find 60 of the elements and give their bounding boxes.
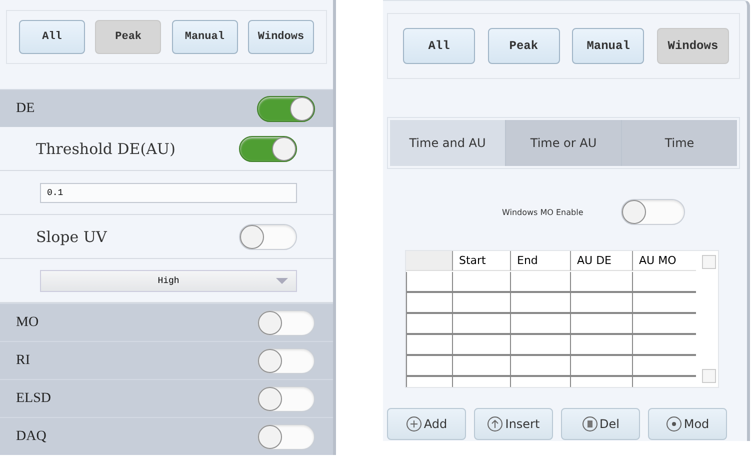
table-cell	[510, 314, 570, 335]
table-cell	[452, 356, 510, 377]
setting-label: Slope UV	[36, 228, 107, 246]
dropdown[interactable]: High	[40, 270, 297, 292]
column-header: AU DE	[570, 251, 632, 271]
table-cell	[632, 335, 696, 356]
caret-icon	[276, 278, 288, 284]
table-cell	[406, 272, 452, 293]
table-cell	[510, 356, 570, 377]
detector-label: RI	[16, 352, 30, 368]
table-cell	[510, 293, 570, 314]
tab[interactable]: Time or AU	[505, 120, 621, 166]
table-cell	[406, 356, 452, 377]
table-cell	[570, 356, 632, 377]
detector-label: DAQ	[16, 428, 46, 444]
table-cell	[570, 272, 632, 293]
toggle-switch[interactable]	[257, 96, 315, 122]
table-cell	[452, 314, 510, 335]
table-cell	[510, 272, 570, 293]
detector-label: ELSD	[16, 390, 51, 406]
table-cell	[570, 293, 632, 314]
mode-button[interactable]: Manual	[172, 20, 238, 54]
mode-button[interactable]: All	[19, 20, 85, 54]
detector-label: DE	[16, 100, 35, 116]
table-cell	[510, 335, 570, 356]
mode-button[interactable]: Windows	[656, 28, 729, 64]
action-button[interactable]: Insert	[474, 408, 553, 440]
toggle-switch[interactable]	[239, 136, 297, 162]
table-cell	[570, 314, 632, 335]
action-button[interactable]: Add	[387, 408, 466, 440]
mode-button[interactable]: Peak	[488, 28, 560, 64]
column-header: Start	[452, 251, 510, 271]
table-cell	[632, 272, 696, 293]
trash-icon	[582, 416, 598, 432]
input-field[interactable]: 0.1	[40, 182, 297, 202]
table-cell	[406, 293, 452, 314]
table-cell	[406, 335, 452, 356]
setting-label: Windows MO Enable	[502, 208, 584, 216]
detector-label: MO	[16, 314, 39, 330]
table-cell	[406, 314, 452, 335]
table-cell	[632, 314, 696, 335]
mode-button[interactable]: Peak	[95, 20, 162, 54]
mode-button[interactable]: Windows	[248, 20, 314, 54]
column-header: End	[510, 251, 570, 271]
mode-button[interactable]: Manual	[572, 28, 644, 64]
dot-icon	[666, 416, 682, 432]
table-cell	[452, 272, 510, 293]
table-cell	[452, 335, 510, 356]
column-header: AU MO	[632, 251, 696, 271]
table-cell	[632, 356, 696, 377]
tab[interactable]: Time	[621, 120, 737, 166]
table-cell	[570, 335, 632, 356]
table-cell	[452, 293, 510, 314]
action-button[interactable]: Del	[561, 408, 640, 440]
setting-label: Threshold DE(AU)	[36, 140, 176, 158]
plus-icon	[406, 416, 422, 432]
action-button[interactable]: Mod	[648, 408, 727, 440]
mode-button[interactable]: All	[403, 28, 475, 64]
tab[interactable]: Time and AU	[390, 120, 505, 166]
table-cell	[632, 293, 696, 314]
